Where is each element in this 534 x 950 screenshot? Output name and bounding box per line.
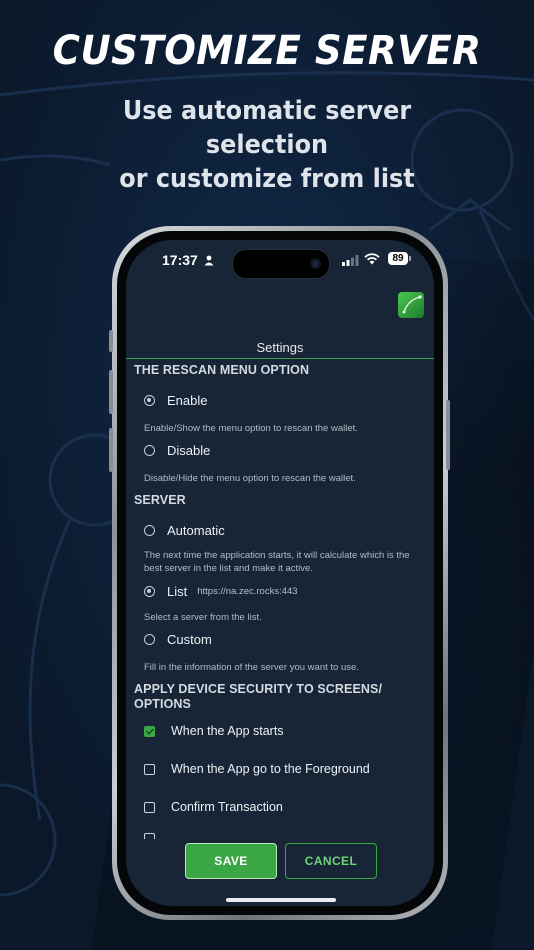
phone-volume-down [109, 428, 113, 472]
radio-label: Custom [167, 631, 212, 647]
signal-icon [342, 255, 359, 266]
checkbox[interactable] [144, 725, 155, 737]
checkbox-label: Confirm Transaction [171, 800, 283, 814]
rescan-disable-description: Disable/Hide the menu option to rescan t… [144, 473, 356, 484]
radio-button[interactable] [144, 524, 155, 536]
checkbox[interactable] [144, 833, 155, 839]
checkbox-app-starts[interactable]: When the App starts [144, 722, 284, 740]
radio-server-custom[interactable]: Custom [144, 630, 212, 648]
checkbox[interactable] [144, 801, 155, 813]
battery-tip [409, 256, 411, 261]
radio-label: List [167, 583, 188, 599]
checkbox-app-foreground[interactable]: When the App go to the Foreground [144, 760, 370, 778]
home-indicator[interactable] [226, 898, 336, 902]
cancel-button[interactable]: CANCEL [285, 843, 377, 879]
checkbox-label: When the App starts [171, 724, 284, 738]
title-divider [126, 358, 434, 359]
phone-volume-up [109, 370, 113, 414]
radio-button[interactable] [144, 444, 155, 456]
server-automatic-description: The next time the application starts, it… [144, 550, 410, 574]
promo-headline: CUSTOMIZE SERVER [52, 28, 482, 74]
server-custom-description: Fill in the information of the server yo… [144, 662, 359, 673]
rescan-enable-description: Enable/Show the menu option to rescan th… [144, 423, 358, 434]
radio-label: Automatic [167, 522, 225, 538]
phone-screen: 17:37 89 Settings THE RESCAN MENU OPTION… [126, 240, 434, 906]
checkbox[interactable] [144, 763, 155, 775]
phone-side-button [109, 330, 113, 352]
save-button[interactable]: SAVE [185, 843, 277, 879]
promo-subheadline-line-1: Use automatic server selection [122, 96, 412, 160]
page-title: Settings [256, 340, 304, 355]
checkbox-label: When the App go to the Foreground [171, 762, 370, 776]
camera-icon [310, 258, 321, 269]
radio-server-automatic[interactable]: Automatic [144, 521, 225, 539]
dynamic-island [232, 249, 330, 279]
leaf-logo-icon [398, 292, 424, 318]
battery-icon: 89 [388, 252, 408, 265]
wifi-icon [364, 253, 380, 265]
status-time: 17:37 [162, 252, 214, 268]
person-icon [204, 255, 214, 266]
promo-subheadline-line-2: or customize from list [119, 164, 415, 194]
radio-button[interactable] [144, 394, 155, 406]
rescan-section-heading: THE RESCAN MENU OPTION [134, 363, 310, 377]
radio-server-list[interactable]: List https://na.zec.rocks:443 [144, 582, 298, 600]
server-section-heading: SERVER [134, 493, 186, 507]
radio-button[interactable] [144, 585, 155, 597]
security-section-heading: APPLY DEVICE SECURITY TO SCREENS/ OPTION… [134, 682, 383, 711]
radio-label: Disable [167, 442, 211, 458]
radio-rescan-enable[interactable]: Enable [144, 391, 207, 409]
radio-label: Enable [167, 392, 208, 408]
promo-subheadline: Use automatic server selection or custom… [58, 94, 476, 196]
phone-power-button [446, 400, 450, 470]
checkbox-confirm-transaction[interactable]: Confirm Transaction [144, 798, 283, 816]
server-list-description: Select a server from the list. [144, 612, 262, 623]
checkbox-partially-hidden[interactable] [144, 833, 155, 839]
radio-button[interactable] [144, 633, 155, 645]
status-time-text: 17:37 [162, 252, 198, 268]
leaf-logo-graphic [402, 295, 422, 314]
radio-rescan-disable[interactable]: Disable [144, 441, 210, 459]
selected-server-url[interactable]: https://na.zec.rocks:443 [197, 586, 297, 597]
